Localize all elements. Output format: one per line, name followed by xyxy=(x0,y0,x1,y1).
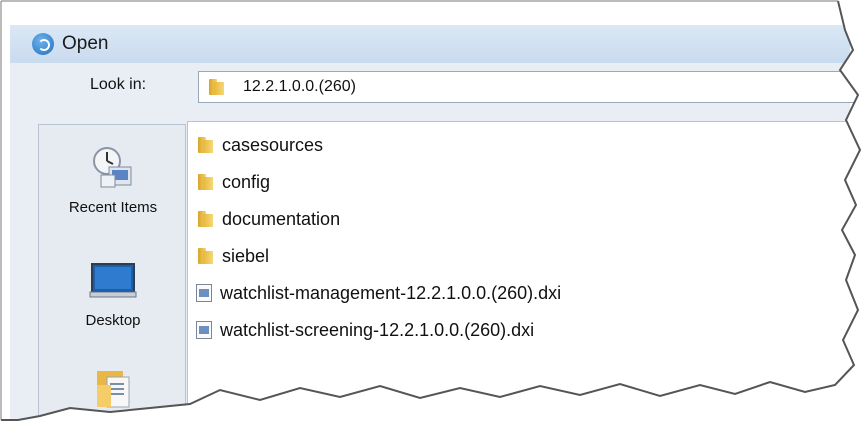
places-bar: Recent Items Desktop xyxy=(38,124,187,420)
list-item-file[interactable]: watchlist-management-12.2.1.0.0.(260).dx… xyxy=(196,280,561,306)
look-in-combobox[interactable]: 12.2.1.0.0.(260) xyxy=(198,71,858,103)
file-icon xyxy=(196,284,212,302)
list-item-folder[interactable]: siebel xyxy=(196,243,269,269)
folder-icon xyxy=(196,211,214,227)
folder-icon xyxy=(207,79,225,95)
look-in-label: Look in: xyxy=(90,76,147,93)
list-item-folder[interactable]: documentation xyxy=(196,206,340,232)
recent-items-icon xyxy=(93,147,132,188)
list-item-file[interactable]: watchlist-screening-12.2.1.0.0.(260).dxi xyxy=(196,317,534,343)
desktop-icon xyxy=(89,263,137,298)
dialog-title: Open xyxy=(62,33,109,54)
list-item-folder[interactable]: config xyxy=(196,169,270,195)
folder-icon xyxy=(196,174,214,190)
place-desktop[interactable]: Desktop xyxy=(39,260,187,329)
place-documents[interactable] xyxy=(39,365,187,419)
look-in-value: 12.2.1.0.0.(260) xyxy=(243,78,356,95)
file-name: casesources xyxy=(222,134,324,155)
file-name: documentation xyxy=(222,208,341,229)
title-bar[interactable]: Open xyxy=(10,25,850,63)
file-icon xyxy=(196,321,212,339)
place-label: Recent Items xyxy=(68,199,158,216)
file-name: config xyxy=(222,171,271,192)
app-icon xyxy=(32,33,54,55)
look-in-row: Look in: 12.2.1.0.0.(260) xyxy=(10,63,858,111)
folder-icon xyxy=(196,248,214,264)
folder-icon xyxy=(196,137,214,153)
place-recent-items[interactable]: Recent Items xyxy=(39,145,187,216)
place-label: Desktop xyxy=(85,312,141,329)
file-name: watchlist-management-12.2.1.0.0.(260).dx… xyxy=(220,282,562,303)
list-item-folder[interactable]: casesources xyxy=(196,132,323,158)
documents-folder-icon xyxy=(97,371,130,408)
file-name: watchlist-screening-12.2.1.0.0.(260).dxi xyxy=(220,319,535,340)
file-list[interactable]: casesources config documentation siebel … xyxy=(187,121,853,420)
open-dialog: Open Look in: 12.2.1.0.0.(260) Recent It… xyxy=(1,1,860,420)
file-name: siebel xyxy=(222,245,270,266)
